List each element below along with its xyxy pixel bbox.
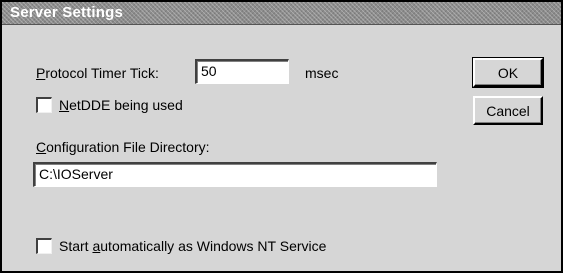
protocol-timer-value: 50 [201,63,217,79]
dialog-title: Server Settings [10,4,124,21]
ok-button-label: OK [497,64,519,81]
server-settings-dialog: Server Settings Protocol Timer Tick: 50 … [0,0,563,273]
cancel-button-label: Cancel [486,102,530,119]
msec-unit-label: msec [305,65,339,81]
protocol-timer-label-accel: P [36,65,46,81]
title-bar[interactable]: Server Settings [2,2,561,25]
cancel-button[interactable]: Cancel [473,96,543,125]
protocol-timer-input[interactable]: 50 [195,59,289,84]
auto-start-checkbox[interactable] [36,238,52,254]
config-dir-input[interactable]: C:\IOServer [33,162,437,187]
netdde-label-text: etDDE being used [69,97,183,113]
config-dir-value: C:\IOServer [39,166,113,182]
protocol-timer-label-text: rotocol Timer Tick: [45,65,159,81]
protocol-timer-label: Protocol Timer Tick: [36,65,159,81]
auto-start-label: Start automatically as Windows NT Servic… [59,238,326,254]
config-dir-label-accel: C [36,139,47,155]
config-dir-label-text: onfiguration File Directory: [46,139,210,155]
config-dir-label: Configuration File Directory: [36,139,210,155]
netdde-label: NetDDE being used [59,97,183,113]
ok-button[interactable]: OK [472,57,544,88]
netdde-label-accel: N [59,97,70,113]
auto-start-label-pre: Start [59,238,93,254]
auto-start-label-text: utomatically as Windows NT Service [100,238,327,254]
netdde-checkbox[interactable] [36,97,52,113]
